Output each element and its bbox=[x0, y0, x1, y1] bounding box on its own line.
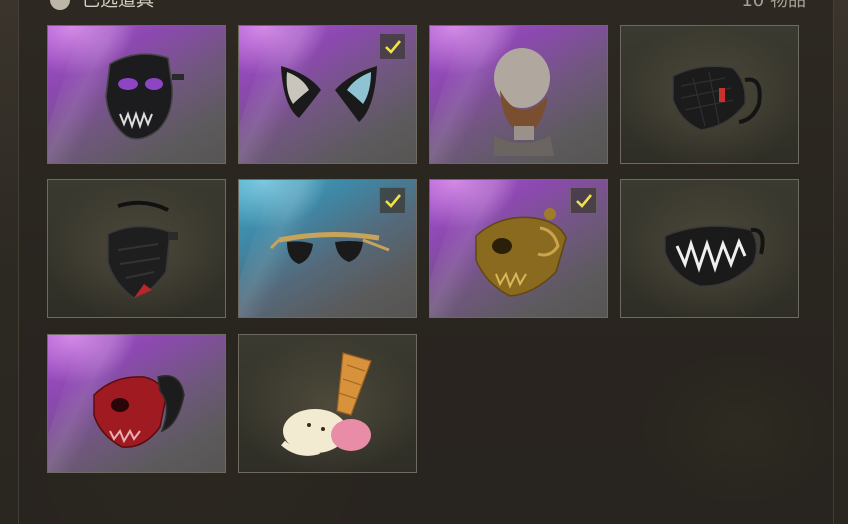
checkmark-icon bbox=[576, 194, 593, 208]
panel-header: 已选道具 10 物品 bbox=[50, 0, 806, 11]
item-tile-melted-ice-cream[interactable] bbox=[238, 334, 417, 473]
bald-beard-head-icon bbox=[494, 48, 554, 156]
red-skull-mask-icon bbox=[93, 375, 185, 448]
quilted-face-mask-icon bbox=[672, 65, 762, 131]
item-tile-red-skull-mask[interactable] bbox=[47, 334, 226, 473]
panel-title: 已选道具 bbox=[82, 0, 154, 11]
item-tile-gold-skull-mask[interactable] bbox=[429, 179, 608, 318]
selected-checkbox[interactable] bbox=[570, 187, 597, 214]
checkmark-icon bbox=[385, 40, 402, 54]
teeth-face-mask-icon bbox=[664, 225, 765, 287]
item-tile-bald-beard-head[interactable] bbox=[429, 25, 608, 164]
item-tile-black-fanged-mask[interactable] bbox=[47, 25, 226, 164]
melted-ice-cream-icon bbox=[281, 352, 372, 456]
item-tile-quilted-face-mask[interactable] bbox=[620, 25, 799, 164]
item-tile-tactical-half-mask[interactable] bbox=[47, 179, 226, 318]
checkmark-icon bbox=[385, 194, 402, 208]
item-tile-teeth-face-mask[interactable] bbox=[620, 179, 799, 318]
item-tile-gold-sunglasses[interactable] bbox=[238, 179, 417, 318]
selected-checkbox[interactable] bbox=[379, 187, 406, 214]
info-icon bbox=[50, 0, 70, 10]
item-tile-cat-ears[interactable] bbox=[238, 25, 417, 164]
tactical-half-mask-icon bbox=[107, 200, 178, 299]
selected-checkbox[interactable] bbox=[379, 33, 406, 60]
item-count: 10 物品 bbox=[741, 0, 806, 11]
black-fanged-mask-icon bbox=[105, 53, 184, 140]
